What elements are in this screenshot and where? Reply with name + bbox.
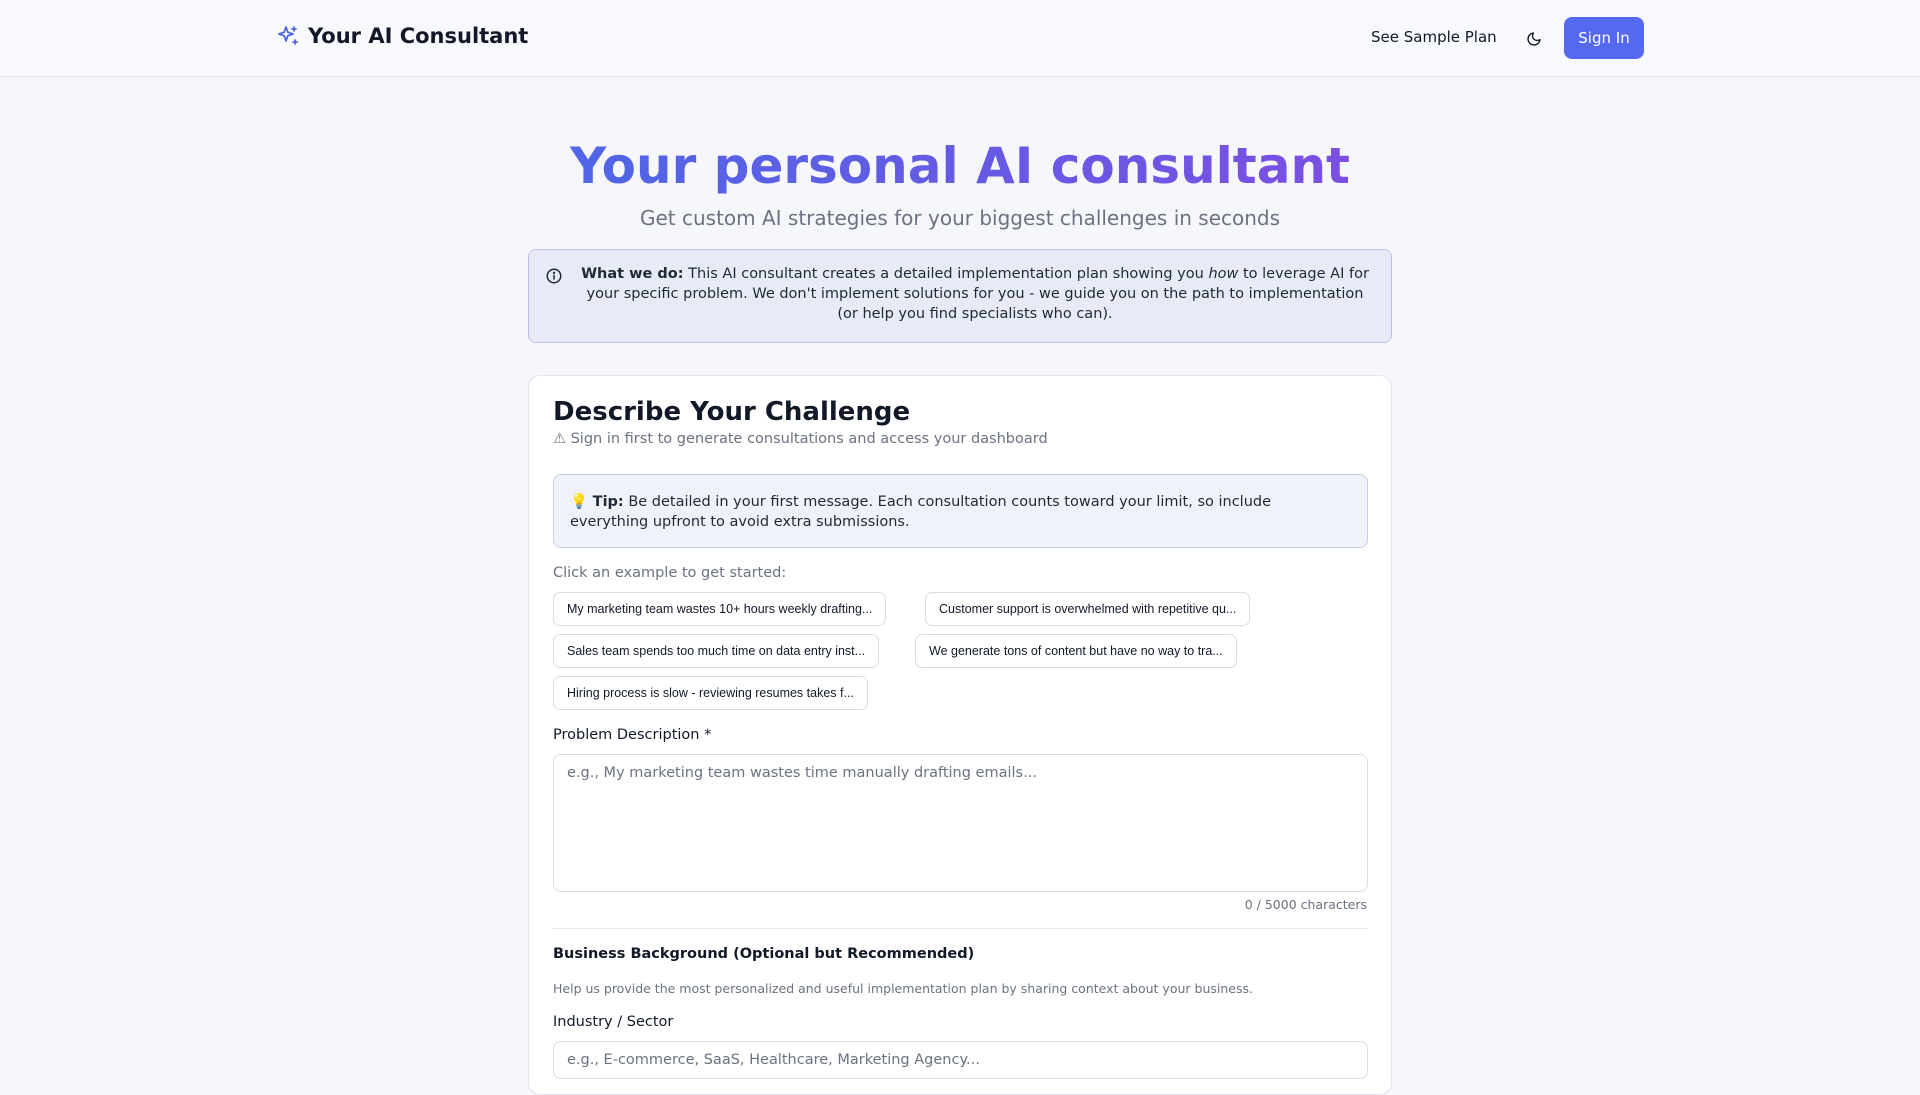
hero-title-text: Your personal AI consultant bbox=[570, 137, 1350, 195]
tip-box: 💡 Tip: Be detailed in your first message… bbox=[553, 474, 1368, 548]
info-text-before: This AI consultant creates a detailed im… bbox=[683, 266, 1209, 282]
problem-description-input[interactable] bbox=[553, 754, 1368, 892]
logo[interactable]: Your AI Consultant bbox=[276, 24, 528, 48]
divider bbox=[553, 928, 1368, 929]
example-chip[interactable]: Hiring process is slow - reviewing resum… bbox=[553, 676, 868, 710]
problem-description-label: Problem Description * bbox=[553, 727, 712, 743]
challenge-form-card: Describe Your Challenge ⚠ Sign in first … bbox=[528, 375, 1392, 1095]
sign-in-warning: ⚠ Sign in first to generate consultation… bbox=[553, 431, 1048, 447]
examples-label: Click an example to get started: bbox=[553, 565, 787, 581]
example-chip[interactable]: Customer support is overwhelmed with rep… bbox=[925, 592, 1251, 626]
industry-input[interactable] bbox=[553, 1041, 1368, 1079]
sign-in-button[interactable]: Sign In bbox=[1564, 17, 1644, 59]
top-nav: Your AI Consultant See Sample Plan Sign … bbox=[0, 0, 1920, 77]
business-background-title: Business Background (Optional but Recomm… bbox=[553, 946, 975, 962]
business-background-description: Help us provide the most personalized an… bbox=[553, 981, 1253, 996]
char-count: 0 / 5000 characters bbox=[1244, 897, 1367, 912]
hero-title: Your personal AI consultant bbox=[0, 134, 1920, 198]
see-sample-plan-link[interactable]: See Sample Plan bbox=[1371, 28, 1497, 46]
hero-subtitle: Get custom AI strategies for your bigges… bbox=[639, 206, 1281, 230]
industry-label: Industry / Sector bbox=[553, 1014, 674, 1030]
info-text: What we do: This AI consultant creates a… bbox=[577, 264, 1373, 324]
example-chip[interactable]: My marketing team wastes 10+ hours weekl… bbox=[553, 592, 887, 626]
info-emphasis: how bbox=[1208, 266, 1239, 282]
lightbulb-icon: 💡 bbox=[570, 494, 589, 510]
example-chip[interactable]: Sales team spends too much time on data … bbox=[553, 634, 880, 668]
info-lead: What we do: bbox=[581, 266, 684, 282]
tip-text: Be detailed in your first message. Each … bbox=[570, 494, 1272, 530]
info-icon bbox=[545, 267, 563, 285]
logo-text: Your AI Consultant bbox=[308, 24, 529, 48]
sparkles-icon bbox=[276, 24, 300, 48]
example-chip[interactable]: We generate tons of content but have no … bbox=[915, 634, 1237, 668]
tip-lead: Tip: bbox=[592, 494, 624, 510]
moon-icon[interactable] bbox=[1523, 28, 1545, 50]
form-title: Describe Your Challenge bbox=[553, 397, 911, 427]
info-banner: What we do: This AI consultant creates a… bbox=[528, 249, 1392, 343]
